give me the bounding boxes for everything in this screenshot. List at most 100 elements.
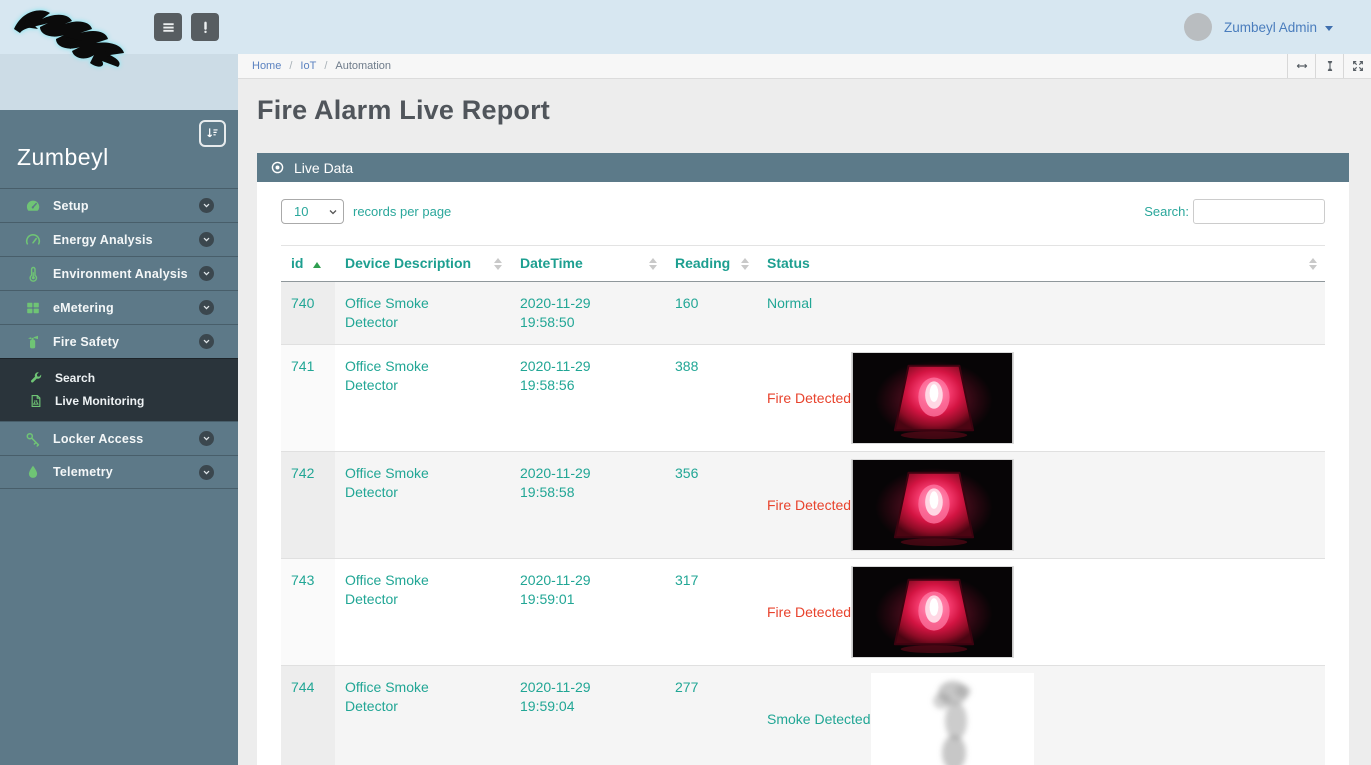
brand-logo <box>8 3 136 69</box>
breadcrumb: Home / IoT / Automation <box>252 60 391 72</box>
status-text: Fire Detected <box>767 389 851 408</box>
vertical-resize-button[interactable] <box>1315 54 1343 78</box>
sidebar-collapse-button[interactable] <box>199 120 226 147</box>
cell-status: Smoke Detected <box>757 666 1325 765</box>
sidebar-item-setup[interactable]: Setup <box>0 188 238 222</box>
table-row: 744 Office Smoke Detector 2020-11-2919:5… <box>281 666 1325 765</box>
fire-alarm-beacon-photo <box>851 352 1014 444</box>
search-input[interactable] <box>1193 199 1325 224</box>
column-header-status[interactable]: Status <box>757 246 1325 282</box>
status-text: Normal <box>767 294 812 313</box>
breadcrumb-current: Automation <box>335 60 391 72</box>
cell-id: 741 <box>281 345 335 452</box>
table-row: 743 Office Smoke Detector 2020-11-2919:5… <box>281 559 1325 666</box>
horizontal-resize-icon <box>1295 59 1309 73</box>
hamburger-icon <box>161 20 176 35</box>
breadcrumb-separator: / <box>324 60 327 72</box>
brand-row: Zumbeyl <box>0 110 238 188</box>
chevron-down-icon[interactable] <box>199 266 214 281</box>
column-header-datetime[interactable]: DateTime <box>510 246 665 282</box>
sidebar-item-fire-safety[interactable]: Fire Safety <box>0 324 238 358</box>
cell-device: Office Smoke Detector <box>335 452 510 559</box>
smoke-cloud-photo <box>871 673 1034 765</box>
main-area: Zumbeyl Admin Home / IoT / Automation <box>238 0 1371 765</box>
avatar <box>1184 13 1212 41</box>
page-length-control: 10 records per page <box>281 199 451 224</box>
cell-status: Fire Detected <box>757 452 1325 559</box>
cell-datetime: 2020-11-2919:58:56 <box>510 345 665 452</box>
panel-title: Live Data <box>294 160 353 176</box>
cell-device: Office Smoke Detector <box>335 559 510 666</box>
breadcrumb-separator: / <box>289 60 292 72</box>
sidebar-item-label: eMetering <box>53 301 114 315</box>
sidebar-item-label: Telemetry <box>53 465 113 479</box>
fullscreen-button[interactable] <box>1343 54 1371 78</box>
sort-ascending-icon <box>313 262 321 268</box>
user-menu[interactable]: Zumbeyl Admin <box>1184 13 1333 41</box>
cell-device: Office Smoke Detector <box>335 282 510 345</box>
sidebar-item-energy-analysis[interactable]: Energy Analysis <box>0 222 238 256</box>
sidebar-item-locker-access[interactable]: Locker Access <box>0 421 238 455</box>
cell-datetime: 2020-11-2919:58:58 <box>510 452 665 559</box>
status-text: Smoke Detected <box>767 710 871 729</box>
search-label: Search: <box>1144 204 1189 219</box>
sort-icons <box>494 258 502 270</box>
cell-status: Normal <box>757 282 1325 345</box>
column-header-reading[interactable]: Reading <box>665 246 757 282</box>
cell-datetime: 2020-11-2919:58:50 <box>510 282 665 345</box>
sidebar-item-label: Locker Access <box>53 432 143 446</box>
chevron-down-icon[interactable] <box>199 232 214 247</box>
bullseye-icon <box>270 160 285 175</box>
fire-alarm-beacon-photo <box>851 459 1014 551</box>
column-header-device-description[interactable]: Device Description <box>335 246 510 282</box>
status-text: Fire Detected <box>767 603 851 622</box>
sort-icons <box>741 258 749 270</box>
caret-down-icon <box>1325 26 1333 31</box>
panel-body: 10 records per page Search: <box>257 182 1349 765</box>
alerts-button[interactable] <box>191 13 219 41</box>
status-text: Fire Detected <box>767 496 851 515</box>
menu-toggle-button[interactable] <box>154 13 182 41</box>
breadcrumb-bar: Home / IoT / Automation <box>238 54 1371 79</box>
fire-extinguisher-icon <box>24 334 41 350</box>
sidebar-item-label: Environment Analysis <box>53 267 188 281</box>
page-title: Fire Alarm Live Report <box>257 95 1349 126</box>
panel-header: Live Data <box>257 153 1349 182</box>
cell-reading: 388 <box>665 345 757 452</box>
submenu-item-search[interactable]: Search <box>0 366 238 389</box>
horizontal-resize-button[interactable] <box>1287 54 1315 78</box>
chevron-down-icon[interactable] <box>199 334 214 349</box>
cell-reading: 277 <box>665 666 757 765</box>
sidebar-item-telemetry[interactable]: Telemetry <box>0 455 238 489</box>
cell-device: Office Smoke Detector <box>335 345 510 452</box>
sidebar: Zumbeyl Setup Energy Analysis <box>0 0 238 765</box>
chevron-down-icon[interactable] <box>199 465 214 480</box>
fullscreen-icon <box>1351 59 1365 73</box>
cell-status: Fire Detected <box>757 559 1325 666</box>
column-header-id[interactable]: id <box>281 246 335 282</box>
page-size-select[interactable]: 10 <box>281 199 344 224</box>
records-per-page-label: records per page <box>353 204 451 219</box>
cell-id: 743 <box>281 559 335 666</box>
chevron-down-icon[interactable] <box>199 198 214 213</box>
cell-reading: 160 <box>665 282 757 345</box>
chevron-down-icon[interactable] <box>199 431 214 446</box>
cell-device: Office Smoke Detector <box>335 666 510 765</box>
breadcrumb-home-link[interactable]: Home <box>252 60 281 72</box>
dashboard-icon <box>24 198 41 214</box>
alert-icon <box>198 20 213 35</box>
sidebar-item-environment-analysis[interactable]: Environment Analysis <box>0 256 238 290</box>
key-icon <box>24 431 41 447</box>
live-data-panel: Live Data 10 records per page <box>257 153 1349 765</box>
thermometer-icon <box>24 266 41 282</box>
submenu-item-label: Live Monitoring <box>55 394 144 408</box>
breadcrumb-iot-link[interactable]: IoT <box>300 60 316 72</box>
cell-id: 740 <box>281 282 335 345</box>
submenu-item-live-monitoring[interactable]: Live Monitoring <box>0 389 238 412</box>
table-header-row: id Device Description DateTime Reading S… <box>281 246 1325 282</box>
sidebar-item-emetering[interactable]: eMetering <box>0 290 238 324</box>
app-window: Zumbeyl Setup Energy Analysis <box>0 0 1371 765</box>
chevron-down-icon[interactable] <box>199 300 214 315</box>
droplet-icon <box>24 464 41 480</box>
sidebar-item-label: Fire Safety <box>53 335 119 349</box>
